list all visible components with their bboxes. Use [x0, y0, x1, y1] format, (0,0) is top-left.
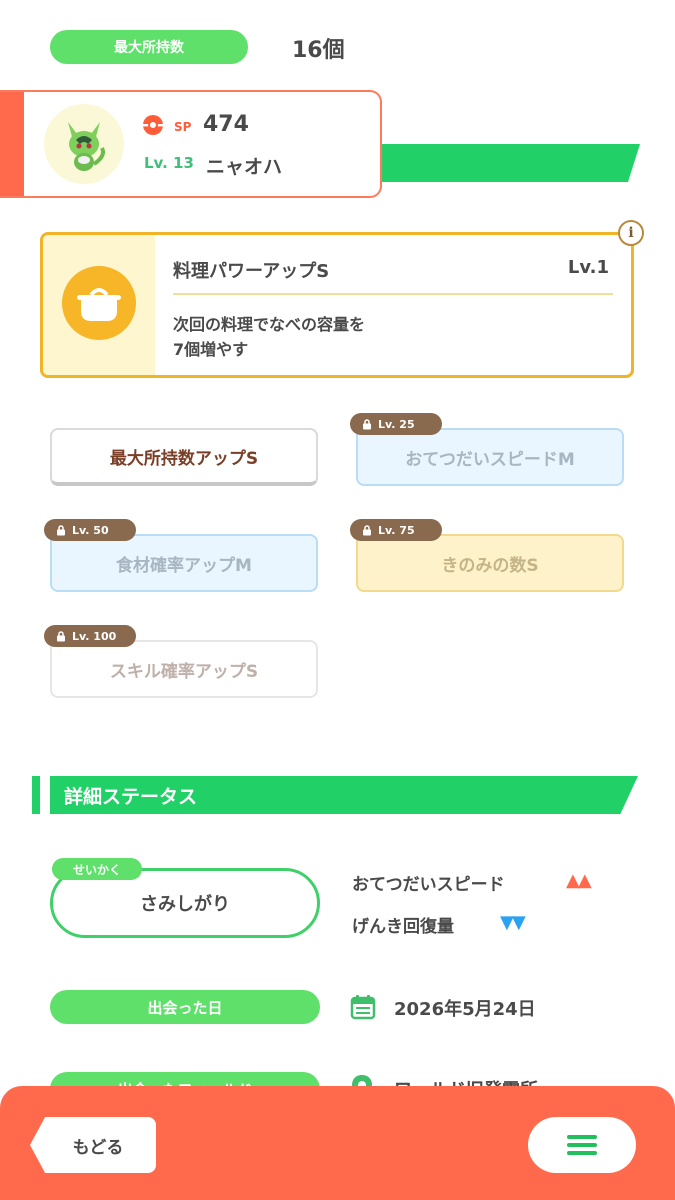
lock-icon — [57, 524, 65, 535]
pokeball-icon — [143, 115, 163, 135]
nature-up-label: おてつだいスピード — [352, 875, 505, 895]
section-marker — [32, 776, 40, 814]
lock-tag-lv25: Lv. 25 — [350, 413, 442, 435]
card-accent — [0, 92, 24, 196]
section-header: 詳細ステータス — [50, 776, 638, 814]
section-title: 詳細ステータス — [64, 785, 198, 808]
main-skill-card[interactable]: 料理パワーアップS Lv.1 次回の料理でなべの容量を 7個増やす — [40, 232, 634, 378]
sub-skill-4[interactable]: きのみの数S — [356, 534, 624, 592]
main-skill-description-1: 次回の料理でなべの容量を — [173, 315, 366, 334]
pokemon-card: SP 474 Lv. 13 ニャオハ — [0, 90, 382, 198]
sprigatito-image — [68, 122, 105, 171]
main-skill-level: Lv.1 — [567, 257, 609, 278]
sub-skill-2[interactable]: おてつだいスピードM — [356, 428, 624, 486]
met-date-label: 出会った日 — [50, 990, 320, 1024]
hamburger-menu-icon — [567, 1135, 597, 1155]
lock-tag-lv75: Lv. 75 — [350, 519, 442, 541]
pokemon-avatar — [44, 104, 124, 184]
lock-level: Lv. 25 — [378, 417, 415, 431]
calendar-icon — [350, 995, 376, 1020]
skill-icon-panel — [43, 235, 155, 375]
pot-icon — [62, 266, 136, 340]
header-stripe — [340, 144, 640, 182]
nature-tag: せいかく — [52, 858, 142, 880]
lock-level: Lv. 100 — [72, 629, 117, 643]
info-icon[interactable]: i — [618, 220, 644, 246]
pokemon-level: Lv. 13 — [144, 154, 194, 172]
lock-tag-lv50: Lv. 50 — [44, 519, 136, 541]
back-label: もどる — [72, 1137, 124, 1158]
lock-level: Lv. 75 — [378, 523, 415, 537]
pokemon-name: ニャオハ — [206, 156, 283, 178]
lock-icon — [363, 418, 371, 429]
sp-label: SP — [174, 120, 192, 134]
nature-down-arrows: ▼▼ — [500, 912, 526, 933]
nature-value: さみしがり — [140, 894, 230, 915]
main-skill-title: 料理パワーアップS — [173, 261, 330, 282]
main-skill-divider — [173, 293, 613, 295]
nature-up-arrows: ▲▲ — [566, 870, 592, 891]
sub-skill-1[interactable]: 最大所持数アップS — [50, 428, 318, 486]
max-capacity-label: 最大所持数 — [50, 30, 248, 64]
lock-tag-lv100: Lv. 100 — [44, 625, 136, 647]
max-capacity-value: 16個 — [292, 38, 345, 63]
menu-button[interactable] — [528, 1117, 636, 1173]
sp-value: 474 — [203, 112, 249, 137]
lock-icon — [363, 524, 371, 535]
sub-skill-3[interactable]: 食材確率アップM — [50, 534, 318, 592]
main-skill-description-2: 7個増やす — [173, 340, 249, 359]
back-button[interactable]: もどる — [30, 1117, 156, 1173]
sub-skill-5[interactable]: スキル確率アップS — [50, 640, 318, 698]
met-date-value: 2026年5月24日 — [394, 999, 536, 1020]
nature-down-label: げんき回復量 — [352, 917, 454, 937]
lock-icon — [57, 630, 65, 641]
lock-level: Lv. 50 — [72, 523, 109, 537]
